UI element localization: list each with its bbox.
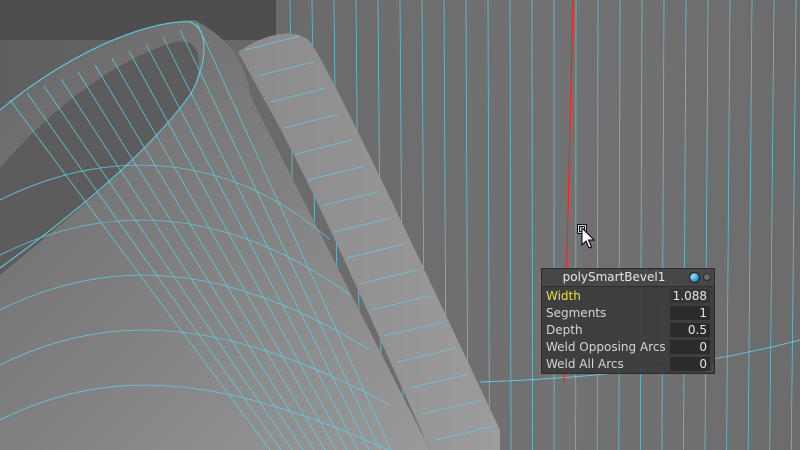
attribute-row-weld-all-arcs[interactable]: Weld All Arcs	[542, 356, 714, 372]
attribute-label: Width	[546, 289, 581, 303]
globe-icon[interactable]	[689, 272, 700, 283]
heads-up-attribute-editor[interactable]: polySmartBevel1 Width Segments Depth Wel…	[541, 268, 715, 374]
attribute-row-weld-opposing-arcs[interactable]: Weld Opposing Arcs	[542, 339, 714, 355]
attribute-row-width[interactable]: Width	[542, 288, 714, 304]
attribute-label: Weld All Arcs	[546, 357, 624, 371]
hud-header[interactable]: polySmartBevel1	[542, 269, 714, 287]
depth-field[interactable]	[670, 323, 710, 337]
node-name: polySmartBevel1	[562, 270, 666, 284]
attribute-row-segments[interactable]: Segments	[542, 305, 714, 321]
arrow-cursor-icon	[577, 224, 596, 249]
wire-edge	[531, 0, 533, 450]
width-field[interactable]	[670, 289, 710, 303]
weld-opposing-arcs-field[interactable]	[670, 340, 710, 354]
attribute-label: Segments	[546, 306, 607, 320]
attribute-label: Depth	[546, 323, 583, 337]
attribute-label: Weld Opposing Arcs	[546, 340, 666, 354]
weld-all-arcs-field[interactable]	[670, 357, 710, 371]
pin-icon[interactable]	[703, 273, 711, 281]
viewport-scene[interactable]	[0, 0, 800, 450]
attribute-row-depth[interactable]: Depth	[542, 322, 714, 338]
resize-grip-icon[interactable]	[706, 365, 713, 372]
3d-viewport[interactable]: polySmartBevel1 Width Segments Depth Wel…	[0, 0, 800, 450]
segments-field[interactable]	[670, 306, 710, 320]
